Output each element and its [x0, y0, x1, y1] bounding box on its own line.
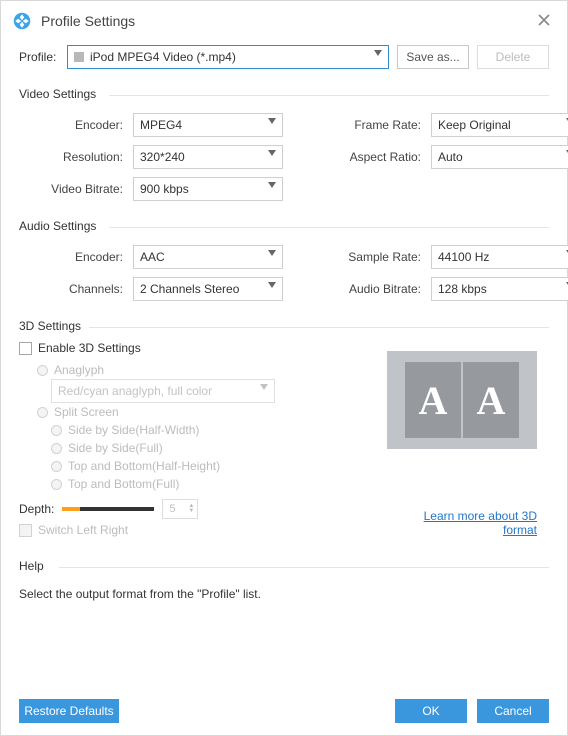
framerate-select[interactable]: Keep Original — [431, 113, 568, 137]
audio-bitrate-label: Audio Bitrate: — [335, 282, 425, 296]
footer: Restore Defaults OK Cancel — [19, 699, 549, 723]
spinner-buttons: ▲▼ — [188, 504, 194, 514]
profile-row: Profile: iPod MPEG4 Video (*.mp4) Save a… — [1, 41, 567, 79]
radio-icon — [51, 461, 62, 472]
delete-button: Delete — [477, 45, 549, 69]
video-bitrate-label: Video Bitrate: — [19, 182, 127, 196]
3d-heading: 3D Settings — [19, 319, 549, 333]
save-as-button[interactable]: Save as... — [397, 45, 469, 69]
video-bitrate-select[interactable]: 900 kbps — [133, 177, 283, 201]
ok-button[interactable]: OK — [395, 699, 467, 723]
chevron-down-icon — [268, 118, 276, 124]
depth-slider[interactable] — [62, 507, 154, 511]
titlebar: Profile Settings — [1, 1, 567, 41]
help-heading: Help — [19, 559, 549, 573]
chevron-down-icon — [268, 282, 276, 288]
radio-icon — [51, 479, 62, 490]
close-icon[interactable] — [533, 11, 555, 32]
help-body: Select the output format from the "Profi… — [19, 587, 549, 601]
profile-select[interactable]: iPod MPEG4 Video (*.mp4) — [67, 45, 389, 69]
profile-label: Profile: — [19, 50, 59, 64]
3d-right-panel: A A Learn more about 3D format — [387, 351, 537, 537]
window-title: Profile Settings — [41, 13, 533, 29]
learn-3d-link[interactable]: Learn more about 3D format — [387, 509, 537, 537]
radio-icon — [51, 443, 62, 454]
preview-card-left: A — [405, 362, 461, 438]
channels-label: Channels: — [19, 282, 127, 296]
resolution-select[interactable]: 320*240 — [133, 145, 283, 169]
chevron-down-icon — [268, 150, 276, 156]
video-settings-section: Video Settings Encoder: MPEG4 Frame Rate… — [19, 87, 549, 201]
chevron-down-icon — [374, 50, 382, 56]
chevron-down-icon — [268, 250, 276, 256]
checkbox-icon — [19, 524, 32, 537]
radio-icon — [51, 425, 62, 436]
samplerate-label: Sample Rate: — [335, 250, 425, 264]
chevron-down-icon — [260, 384, 268, 390]
app-icon — [13, 12, 31, 30]
audio-heading: Audio Settings — [19, 219, 549, 233]
channels-select[interactable]: 2 Channels Stereo — [133, 277, 283, 301]
cancel-button[interactable]: Cancel — [477, 699, 549, 723]
video-encoder-label: Encoder: — [19, 118, 127, 132]
restore-defaults-button[interactable]: Restore Defaults — [19, 699, 119, 723]
video-heading: Video Settings — [19, 87, 549, 101]
preview-card-right: A — [463, 362, 519, 438]
audio-encoder-label: Encoder: — [19, 250, 127, 264]
help-section: Help Select the output format from the "… — [19, 559, 549, 601]
anaglyph-mode-select: Red/cyan anaglyph, full color — [51, 379, 275, 403]
aspect-label: Aspect Ratio: — [335, 150, 425, 164]
audio-encoder-select[interactable]: AAC — [133, 245, 283, 269]
resolution-label: Resolution: — [19, 150, 127, 164]
chevron-down-icon — [268, 182, 276, 188]
3d-preview: A A — [387, 351, 537, 449]
radio-icon — [37, 365, 48, 376]
device-icon — [74, 52, 84, 62]
samplerate-select[interactable]: 44100 Hz — [431, 245, 568, 269]
radio-icon — [37, 407, 48, 418]
audio-bitrate-select[interactable]: 128 kbps — [431, 277, 568, 301]
video-encoder-select[interactable]: MPEG4 — [133, 113, 283, 137]
profile-value: iPod MPEG4 Video (*.mp4) — [90, 50, 236, 64]
depth-spinner: 5 ▲▼ — [162, 499, 198, 519]
audio-settings-section: Audio Settings Encoder: AAC Sample Rate:… — [19, 219, 549, 301]
enable-3d-label: Enable 3D Settings — [38, 341, 141, 355]
depth-label: Depth: — [19, 502, 54, 516]
aspect-select[interactable]: Auto — [431, 145, 568, 169]
profile-settings-dialog: Profile Settings Profile: iPod MPEG4 Vid… — [0, 0, 568, 736]
framerate-label: Frame Rate: — [335, 118, 425, 132]
checkbox-icon[interactable] — [19, 342, 32, 355]
